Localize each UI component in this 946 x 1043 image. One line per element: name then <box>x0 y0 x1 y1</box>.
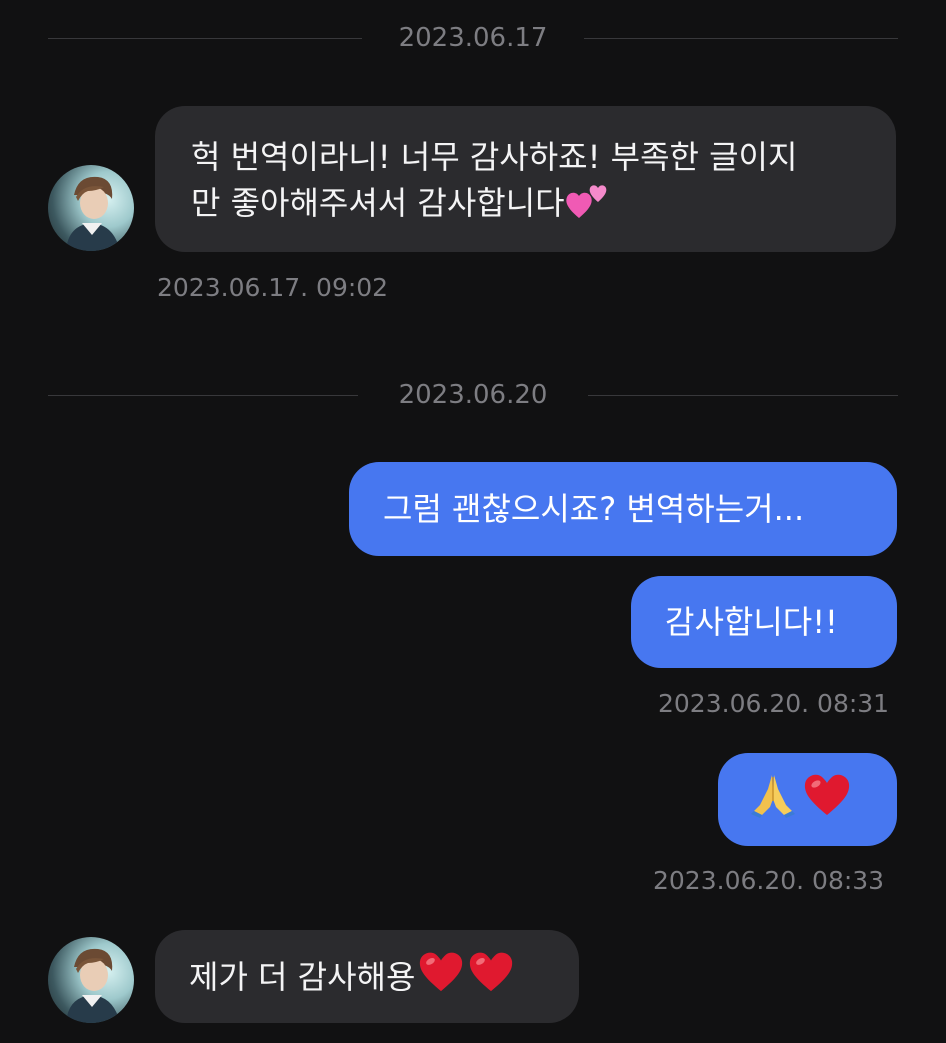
folded-hands-icon <box>748 769 798 831</box>
date-divider: 2023.06.17 <box>48 23 898 53</box>
message-bubble[interactable]: 제가 더 감사해용 <box>155 930 579 1023</box>
message-bubble[interactable]: 감사합니다!! <box>631 576 897 668</box>
divider-date: 2023.06.20 <box>398 380 548 410</box>
red-heart-icon <box>802 771 852 829</box>
avatar[interactable] <box>48 937 134 1023</box>
message-text-line: 만 좋아해주셔서 감사합니다 <box>191 180 860 232</box>
red-heart-icon <box>467 949 515 1005</box>
message-timestamp: 2023.06.17. 09:02 <box>157 273 389 302</box>
message-timestamp: 2023.06.20. 08:33 <box>653 866 885 895</box>
divider-line <box>48 395 358 396</box>
avatar-photo <box>66 176 120 251</box>
divider-line <box>584 38 898 39</box>
message-text: 제가 더 감사해용 <box>189 957 416 996</box>
two-hearts-icon <box>565 180 611 232</box>
date-divider: 2023.06.20 <box>48 380 898 410</box>
red-heart-icon <box>417 949 465 1005</box>
divider-line <box>48 38 362 39</box>
message-bubble[interactable]: 헉 번역이라니! 너무 감사하죠! 부족한 글이지 만 좋아해주셔서 감사합니다 <box>155 106 896 252</box>
message-timestamp: 2023.06.20. 08:31 <box>658 689 890 718</box>
message-text: 만 좋아해주셔서 감사합니다 <box>191 184 565 222</box>
message-text: 감사합니다!! <box>665 603 838 641</box>
message-text: 그럼 괜찮으시죠? 변역하는거... <box>383 490 805 528</box>
divider-line <box>588 395 898 396</box>
message-bubble[interactable] <box>718 753 897 846</box>
message-text-line: 헉 번역이라니! 너무 감사하죠! 부족한 글이지 <box>191 138 798 176</box>
avatar[interactable] <box>48 165 134 251</box>
avatar-photo <box>66 948 120 1023</box>
divider-date: 2023.06.17 <box>398 23 548 53</box>
message-bubble[interactable]: 그럼 괜찮으시죠? 변역하는거... <box>349 462 897 556</box>
